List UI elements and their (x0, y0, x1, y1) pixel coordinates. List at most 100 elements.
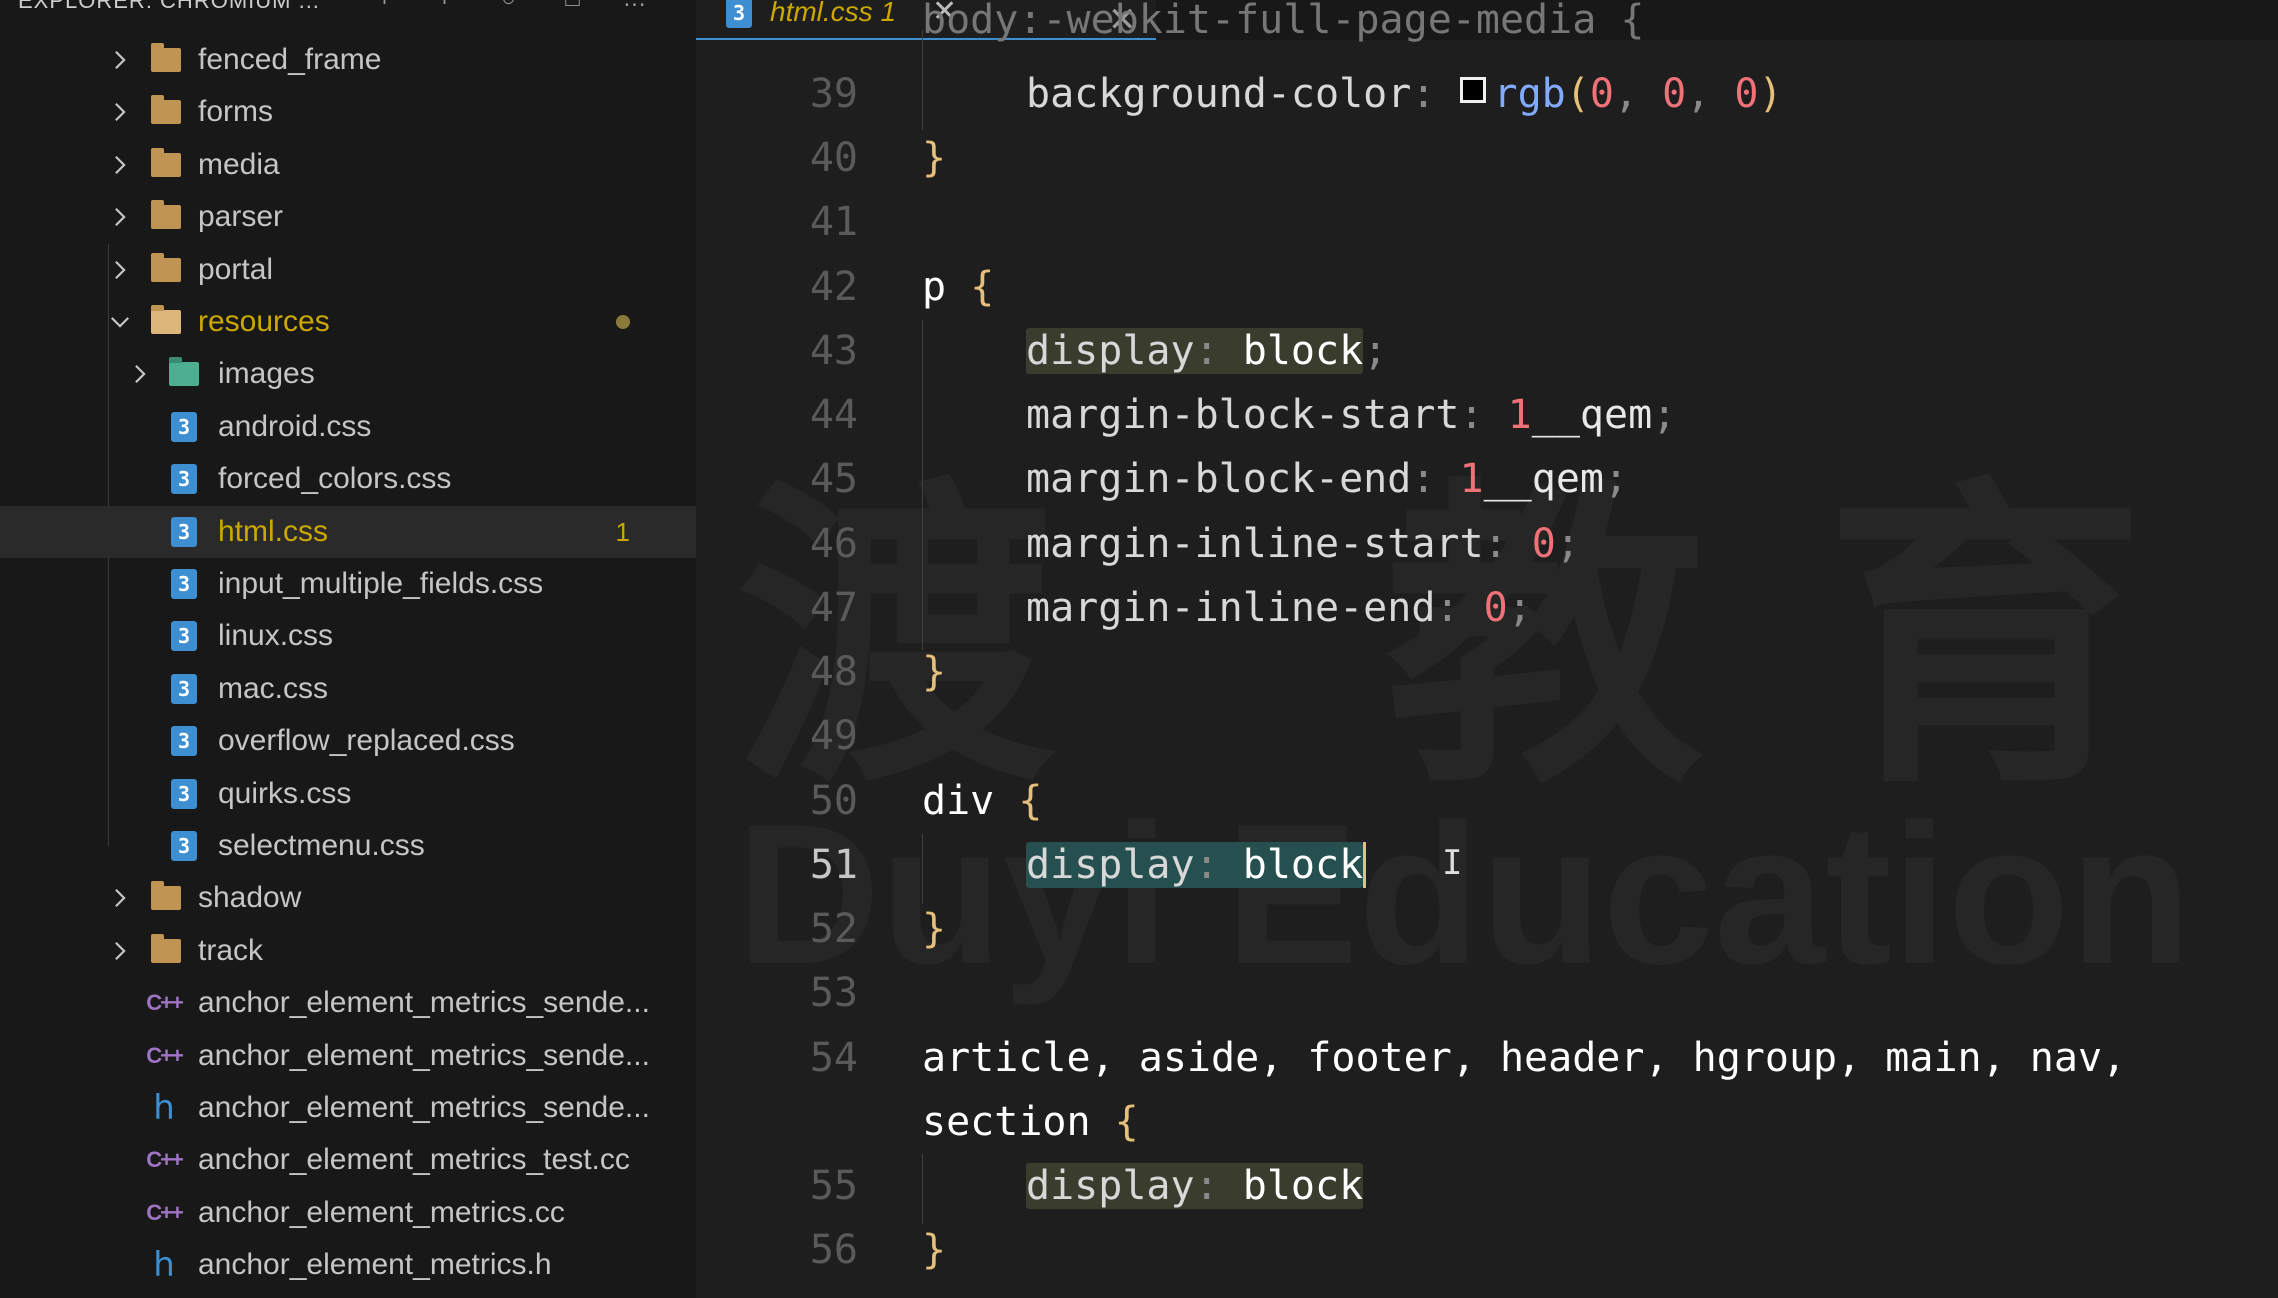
chevron-right-icon[interactable] (128, 348, 152, 400)
chevron-right-icon[interactable] (108, 34, 132, 86)
image-folder-icon (168, 348, 200, 400)
explorer-item-label: shadow (198, 881, 302, 915)
chevron-right-icon[interactable] (108, 925, 132, 977)
chevron-right-icon[interactable] (108, 244, 132, 296)
explorer-item[interactable]: 3 android.css (0, 401, 696, 453)
explorer-item-label: mac.css (218, 671, 329, 705)
code-text: margin-inline-end: 0; (1026, 585, 1532, 631)
explorer-item[interactable]: 3 selectmenu.css (0, 820, 696, 872)
explorer-item[interactable]: 3 mac.css (0, 663, 696, 715)
explorer-item[interactable]: parser (0, 191, 696, 243)
line-number: 51 (809, 842, 858, 888)
explorer-header: EXPLORER: CHROMIUM ... + + ○ □ … (0, 0, 696, 14)
code-line[interactable]: 47 margin-inline-end: 0; (696, 576, 2278, 640)
code-editor[interactable]: 渡 教育 Duyi Education 3 html.css 1 ✕ ✕ bod… (696, 0, 2278, 1298)
collapse-icon[interactable]: □ (558, 0, 588, 14)
css-file-icon: 3 (168, 610, 200, 662)
code-line-partial: body:-webkit-full-page-media { (696, 0, 2278, 52)
line-number: 39 (809, 71, 858, 117)
problem-count-badge: 1 (615, 516, 630, 547)
explorer-item[interactable]: C++ anchor_element_metrics_sende... (0, 1030, 696, 1082)
explorer-item[interactable]: h anchor_element_metrics.h (0, 1239, 696, 1291)
code-line[interactable]: 40 } (696, 126, 2278, 190)
folder-icon (150, 34, 182, 86)
line-number: 40 (809, 135, 858, 181)
code-line[interactable]: 39 background-color: rgb(0, 0, 0) (696, 62, 2278, 126)
explorer-item[interactable]: shadow (0, 872, 696, 924)
folder-icon (150, 925, 182, 977)
modified-dot-icon (616, 315, 630, 329)
cpp-file-icon: C++ (146, 1199, 184, 1225)
explorer-item[interactable]: C++ anchor_element_metrics_test.cc (0, 1134, 696, 1186)
code-line[interactable]: 48 } (696, 640, 2278, 704)
css-file-icon: 3 (168, 506, 200, 558)
header-file-icon: h (153, 1088, 175, 1128)
cpp-file-icon: C++ (146, 1147, 184, 1173)
code-line-wrapped[interactable]: section { (696, 1090, 2278, 1154)
code-line[interactable]: 41 (696, 190, 2278, 254)
explorer-item[interactable]: 3 overflow_replaced.css (0, 715, 696, 767)
explorer-item-label: forced_colors.css (218, 462, 452, 496)
code-line[interactable]: 50 div { (696, 769, 2278, 833)
code-line[interactable]: 53 (696, 961, 2278, 1025)
code-text: } (922, 135, 947, 181)
code-line[interactable]: 55 display: block (696, 1154, 2278, 1218)
code-line[interactable]: 45 margin-block-end: 1__qem; (696, 447, 2278, 511)
code-line[interactable]: 52 } (696, 897, 2278, 961)
refresh-icon[interactable]: ○ (494, 0, 524, 14)
code-text: } (922, 906, 947, 952)
new-folder-icon[interactable]: + (430, 0, 460, 14)
explorer-item-label: portal (198, 252, 274, 286)
new-file-icon[interactable]: + (370, 0, 400, 14)
explorer-item[interactable]: portal (0, 244, 696, 296)
explorer-item-label: overflow_replaced.css (218, 724, 515, 758)
line-number: 43 (809, 328, 858, 374)
line-number: 44 (809, 392, 858, 438)
explorer-item-label: anchor_element_metrics_sende... (198, 1091, 650, 1124)
code-line[interactable]: 42 p { (696, 255, 2278, 319)
explorer-item[interactable]: C++ anchor_element_metrics_sende... (0, 977, 696, 1029)
code-line[interactable]: 54 article, aside, footer, header, hgrou… (696, 1026, 2278, 1090)
code-line[interactable]: 49 (696, 704, 2278, 768)
chevron-right-icon[interactable] (108, 191, 132, 243)
explorer-item-label: anchor_element_metrics_sende... (198, 1038, 650, 1072)
explorer-item[interactable]: media (0, 139, 696, 191)
chevron-down-icon[interactable] (108, 296, 132, 348)
explorer-item[interactable]: forms (0, 86, 696, 138)
explorer-item[interactable]: 3 forced_colors.css (0, 453, 696, 505)
chevron-right-icon[interactable] (108, 872, 132, 924)
code-line[interactable]: 46 margin-inline-start: 0; (696, 512, 2278, 576)
code-text: p { (922, 264, 995, 310)
css-file-icon: 3 (168, 401, 200, 453)
explorer-item[interactable]: C++ anchor_element_metrics.cc (0, 1187, 696, 1239)
css-file-icon: 3 (168, 558, 200, 610)
chevron-right-icon[interactable] (108, 139, 132, 191)
explorer-item[interactable]: images (0, 348, 696, 400)
ibeam-cursor-icon: I (1442, 843, 1463, 883)
explorer-item-label: images (218, 357, 315, 391)
chevron-right-icon[interactable] (108, 86, 132, 138)
explorer-item-label: parser (198, 200, 284, 234)
explorer-item[interactable]: resources (0, 296, 696, 348)
line-number: 47 (809, 585, 858, 631)
code-text: display: block (1026, 833, 1367, 897)
color-swatch[interactable] (1459, 77, 1486, 103)
explorer-item[interactable]: 3 html.css 1 (0, 505, 696, 558)
explorer-item[interactable]: 3 quirks.css (0, 768, 696, 820)
code-line-current[interactable]: 51 display: block I (696, 833, 2278, 897)
explorer-item-label: resources (198, 305, 330, 338)
explorer-item[interactable]: fenced_frame (0, 34, 696, 86)
explorer-item[interactable]: track (0, 925, 696, 977)
line-number: 48 (809, 649, 858, 695)
code-line[interactable]: 44 margin-block-start: 1__qem; (696, 383, 2278, 447)
explorer-item[interactable]: 3 input_multiple_fields.css (0, 558, 696, 610)
header-file-icon: h (153, 1245, 175, 1286)
line-number: 49 (809, 713, 858, 759)
more-icon[interactable]: … (620, 0, 650, 14)
code-line[interactable]: 56 } (696, 1218, 2278, 1282)
explorer-item[interactable]: h anchor_element_metrics_sende... (0, 1082, 696, 1134)
code-line[interactable]: 43 display: block; (696, 319, 2278, 383)
explorer-item-label: linux.css (218, 619, 334, 653)
code-text: article, aside, footer, header, hgroup, … (922, 1035, 2127, 1081)
explorer-item[interactable]: 3 linux.css (0, 610, 696, 662)
